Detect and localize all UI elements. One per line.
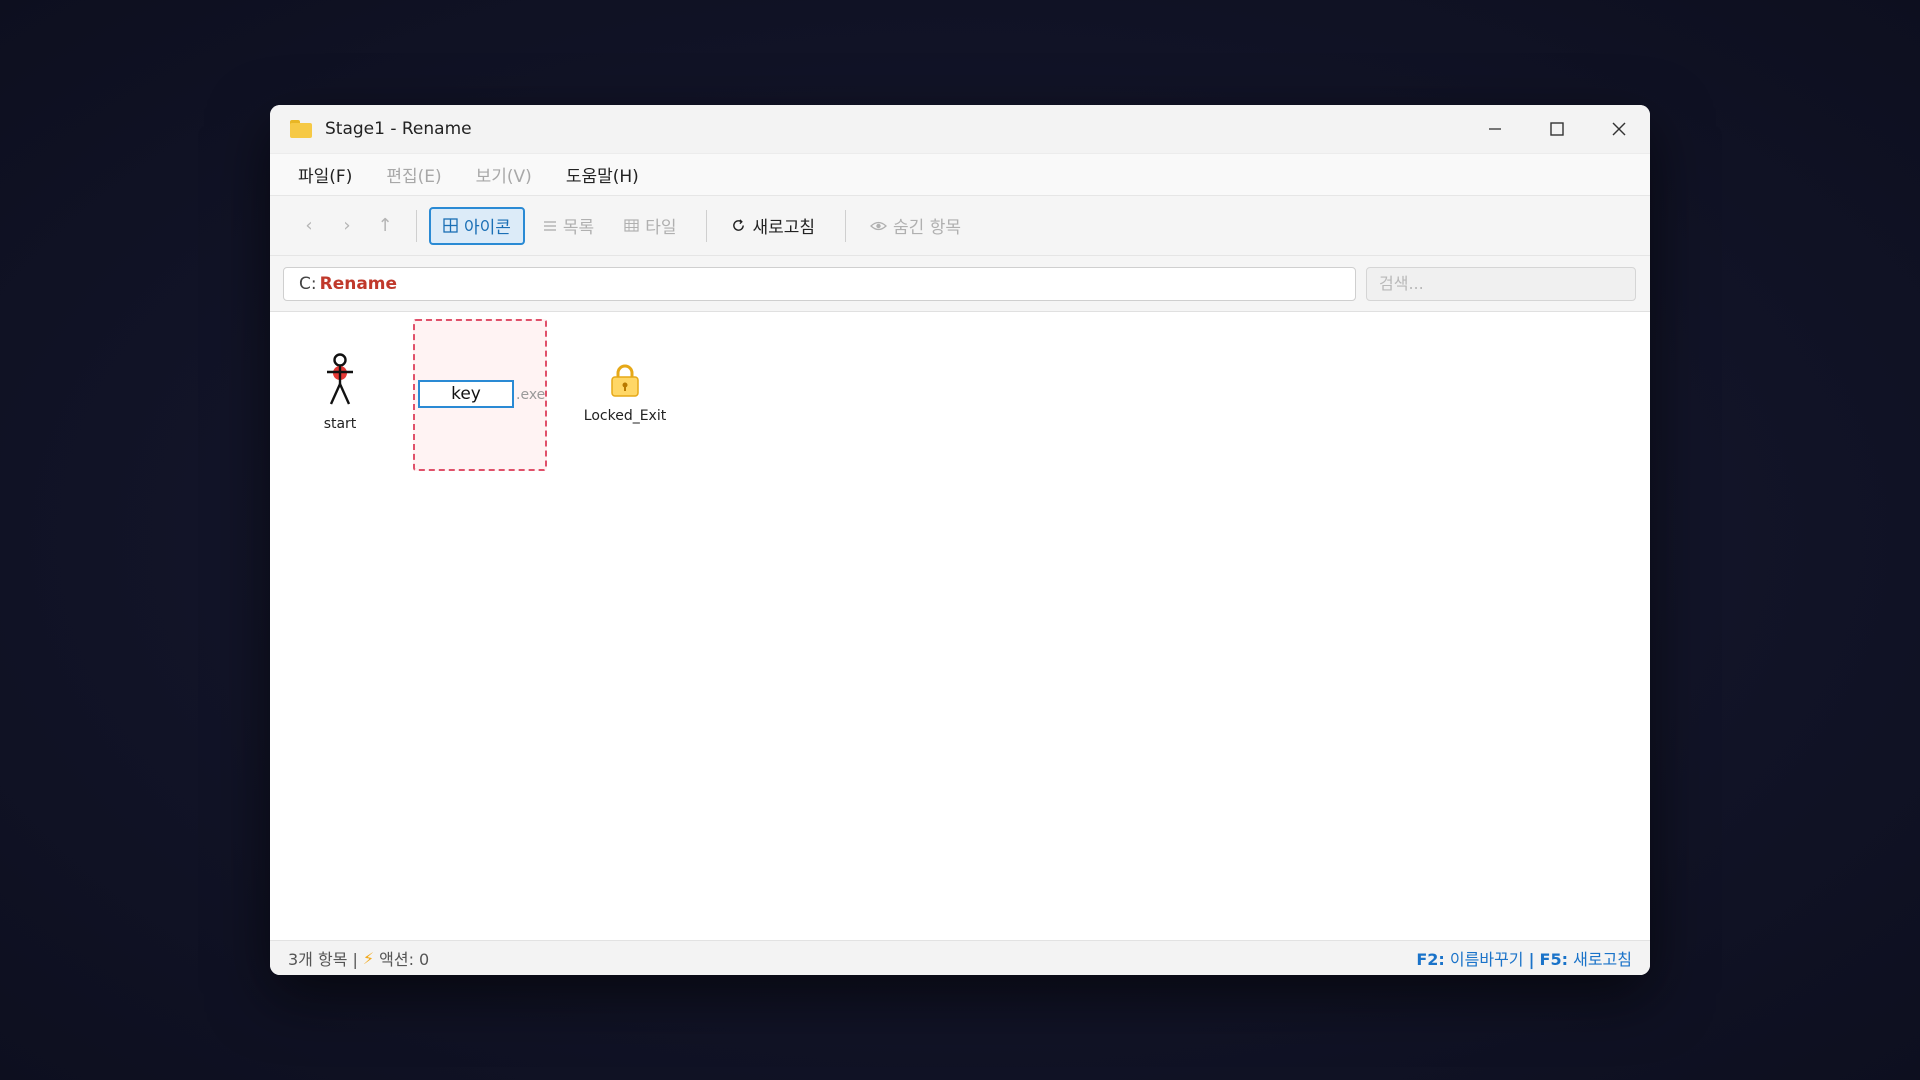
file-label: Locked_Exit: [583, 408, 667, 424]
lightning-icon: ⚡: [362, 948, 375, 968]
search-input[interactable]: [1366, 266, 1636, 301]
toolbar-divider: [845, 209, 847, 242]
status-bar: 3개 항목 | ⚡ 액션: 0 F2: 이름바꾸기 | F5: 새로고침: [270, 940, 1650, 975]
explorer-window: Stage1 - Rename 파일(F) 편집(E) 보기(V) 도움말(H)…: [270, 105, 1650, 975]
close-button[interactable]: [1588, 105, 1650, 153]
forward-button[interactable]: ›: [328, 215, 366, 236]
toolbar-divider: [706, 209, 708, 242]
toolbar-divider: [416, 209, 417, 242]
minimize-button[interactable]: [1464, 105, 1526, 153]
toolbar: ‹ › ↑ 아이콘 목록 타일 새로고침 숨긴 항목: [270, 196, 1650, 256]
icons-view-label: 아이콘: [464, 218, 511, 238]
file-extension: .exe: [516, 387, 546, 403]
file-area[interactable]: start .exe Locked_Exit: [270, 312, 1650, 940]
hint-f5-text: 새로고침: [1573, 950, 1632, 969]
rename-input[interactable]: [418, 380, 514, 408]
address-folder[interactable]: Rename: [320, 274, 397, 294]
menu-view[interactable]: 보기(V): [476, 162, 532, 187]
back-button[interactable]: ‹: [290, 215, 328, 236]
eye-icon: [870, 220, 888, 232]
refresh-button[interactable]: 새로고침: [719, 207, 827, 245]
file-label: start: [323, 416, 357, 432]
item-count: 3개 항목 |: [288, 950, 358, 969]
menu-edit[interactable]: 편집(E): [386, 162, 441, 187]
hidden-items-label: 숨긴 항목: [893, 218, 962, 238]
hint-f2-key: F2:: [1416, 950, 1445, 969]
up-button[interactable]: ↑: [366, 215, 404, 236]
menu-bar: 파일(F) 편집(E) 보기(V) 도움말(H): [270, 153, 1650, 196]
address-row: C: Rename: [270, 256, 1650, 312]
stick-figure-icon: [327, 353, 353, 405]
menu-help[interactable]: 도움말(H): [566, 162, 639, 187]
tile-icon: [624, 219, 639, 232]
title-bar[interactable]: Stage1 - Rename: [270, 105, 1650, 153]
action-count: 액션: 0: [379, 950, 430, 969]
hint-f2-text: 이름바꾸기: [1449, 950, 1524, 969]
file-item-start[interactable]: start: [305, 352, 375, 432]
address-bar[interactable]: C: Rename: [283, 266, 1356, 301]
window-controls: [1464, 105, 1650, 153]
window-title: Stage1 - Rename: [325, 119, 472, 139]
list-view-button[interactable]: 목록: [531, 207, 606, 245]
close-icon: [1612, 122, 1626, 136]
tile-view-button[interactable]: 타일: [612, 207, 688, 245]
maximize-button[interactable]: [1526, 105, 1588, 153]
folder-icon: [290, 120, 312, 138]
shortcut-hints: F2: 이름바꾸기 | F5: 새로고침: [1416, 946, 1632, 970]
lock-icon: [611, 364, 639, 397]
file-item-key[interactable]: .exe: [413, 319, 547, 471]
list-view-label: 목록: [562, 218, 595, 238]
file-item-locked-exit[interactable]: Locked_Exit: [575, 362, 675, 424]
hint-separator: |: [1528, 950, 1535, 969]
tile-view-label: 타일: [645, 218, 677, 238]
grid-icon: [443, 218, 458, 233]
list-icon: [543, 220, 557, 232]
status-left: 3개 항목 | ⚡ 액션: 0: [288, 946, 429, 970]
minimize-icon: [1489, 128, 1501, 130]
maximize-icon: [1550, 122, 1564, 136]
hint-f5-key: F5:: [1539, 950, 1569, 969]
hidden-items-button[interactable]: 숨긴 항목: [858, 207, 973, 245]
menu-file[interactable]: 파일(F): [298, 162, 352, 187]
refresh-label: 새로고침: [752, 218, 816, 238]
icons-view-button[interactable]: 아이콘: [429, 206, 525, 245]
address-drive: C:: [299, 273, 317, 294]
refresh-icon: [731, 218, 746, 233]
